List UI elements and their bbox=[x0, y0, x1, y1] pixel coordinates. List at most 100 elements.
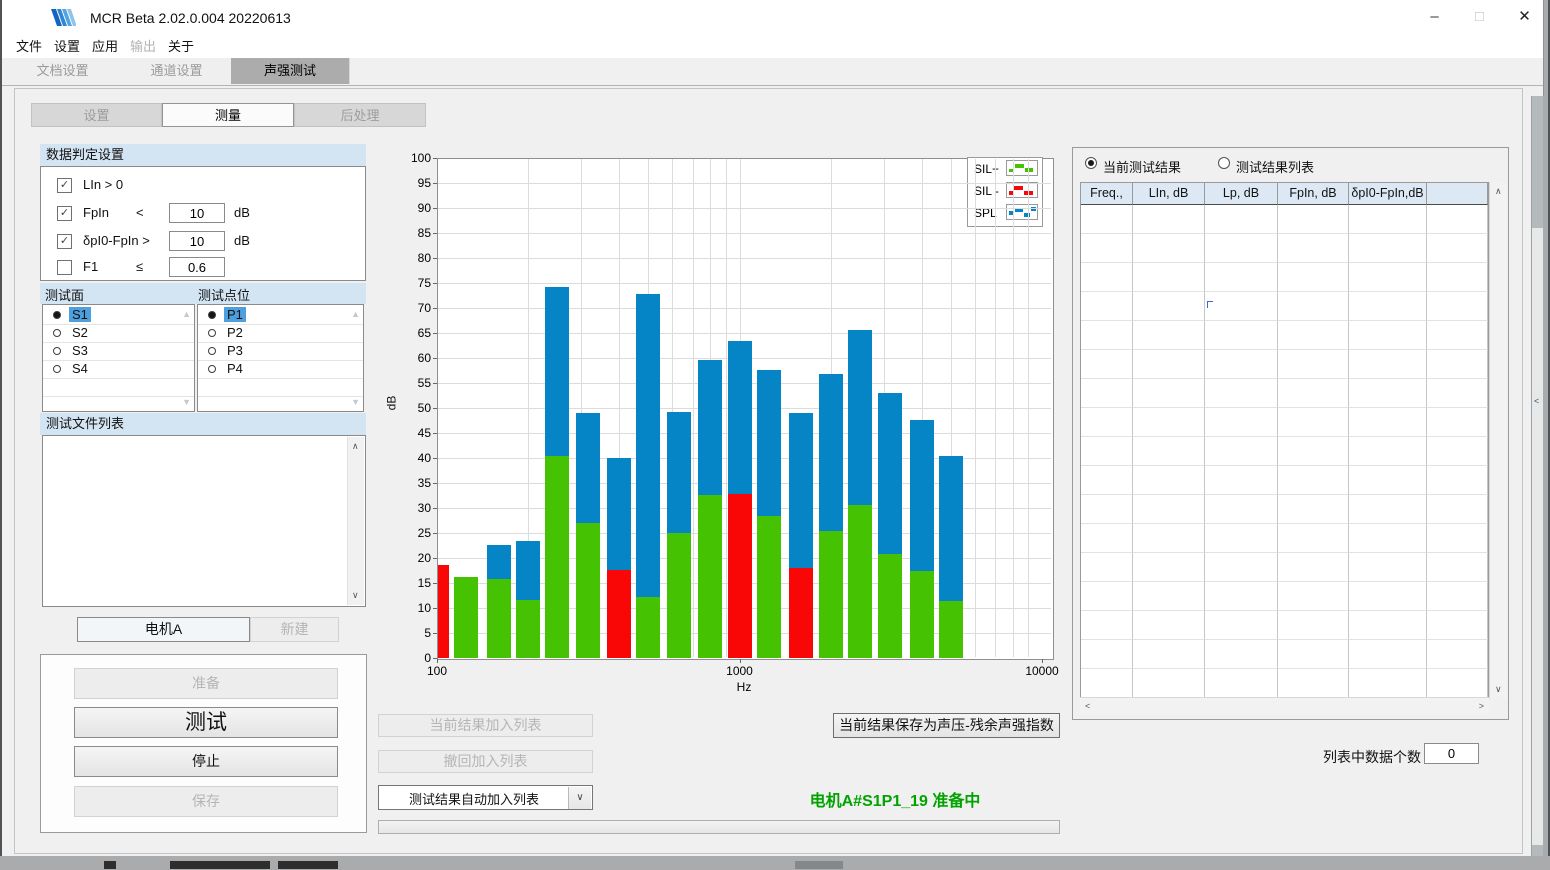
table-cell bbox=[1133, 379, 1205, 408]
splitter-thumb[interactable] bbox=[1532, 228, 1543, 845]
table-cell bbox=[1133, 292, 1205, 321]
table-cell bbox=[1205, 379, 1278, 408]
judge-value-input-3[interactable] bbox=[169, 257, 225, 277]
gridline-h bbox=[438, 333, 1051, 334]
sil-plus-bar-500 bbox=[636, 597, 660, 658]
judge-checkbox-3[interactable] bbox=[57, 260, 72, 275]
results-table[interactable]: Freq., HzLIn, dBLp, dBFpIn, dBδpI0-FpIn,… bbox=[1080, 182, 1489, 699]
undo-add-button[interactable]: 撤回加入列表 bbox=[378, 750, 593, 773]
point-radio-2[interactable] bbox=[208, 347, 216, 355]
tab-2[interactable]: 声强测试 bbox=[231, 58, 350, 84]
y-tick-label: 30 bbox=[399, 501, 431, 515]
control-button-1[interactable]: 测试 bbox=[74, 707, 338, 738]
tab-1[interactable]: 通道设置 bbox=[122, 58, 232, 84]
control-button-3[interactable]: 保存 bbox=[74, 786, 338, 817]
tab-0[interactable]: 文档设置 bbox=[3, 58, 123, 84]
judge-value-input-2[interactable] bbox=[169, 231, 225, 251]
y-tick-label: 20 bbox=[399, 551, 431, 565]
gridline-h bbox=[438, 283, 1051, 284]
judge-value-input-1[interactable] bbox=[169, 203, 225, 223]
table-cell bbox=[1133, 466, 1205, 495]
table-cell bbox=[1205, 611, 1278, 640]
y-tick-mark bbox=[433, 583, 437, 584]
menu-item-3[interactable]: 输出 bbox=[124, 38, 162, 56]
menu-item-1[interactable]: 设置 bbox=[48, 38, 86, 56]
scroll-left-icon[interactable]: < bbox=[1085, 701, 1090, 711]
auto-add-combobox[interactable]: 测试结果自动加入列表 ∨ bbox=[378, 785, 593, 810]
control-button-2[interactable]: 停止 bbox=[74, 746, 338, 777]
results-vscrollbar[interactable]: ∧ ∨ bbox=[1489, 182, 1507, 699]
point-item-0[interactable]: P1 bbox=[198, 306, 363, 324]
collapse-left-icon[interactable]: < bbox=[1534, 396, 1539, 406]
count-input[interactable] bbox=[1424, 743, 1479, 764]
control-button-0[interactable]: 准备 bbox=[74, 668, 338, 699]
table-cell bbox=[1081, 379, 1133, 408]
sil-plus-bar-2000 bbox=[819, 531, 843, 658]
surface-item-2[interactable]: S3 bbox=[43, 342, 194, 360]
close-button[interactable]: ✕ bbox=[1502, 0, 1547, 36]
subtab-1[interactable]: 测量 bbox=[162, 103, 294, 127]
surface-radio-2[interactable] bbox=[53, 347, 61, 355]
menu-item-0[interactable]: 文件 bbox=[10, 38, 48, 56]
sil-minus-bar-1600 bbox=[789, 568, 813, 658]
surface-radio-3[interactable] bbox=[53, 365, 61, 373]
y-tick-label: 95 bbox=[399, 176, 431, 190]
point-radio-0[interactable] bbox=[208, 311, 216, 319]
table-cell bbox=[1081, 640, 1133, 669]
scroll-down-icon[interactable]: ▼ bbox=[182, 397, 191, 407]
surface-item-1[interactable]: S2 bbox=[43, 324, 194, 342]
judge-checkbox-2[interactable]: ✓ bbox=[57, 234, 72, 249]
y-tick-mark bbox=[433, 633, 437, 634]
subtab-2[interactable]: 后处理 bbox=[294, 103, 426, 127]
scroll-up-icon[interactable]: ▲ bbox=[182, 309, 191, 319]
surface-radio-1[interactable] bbox=[53, 329, 61, 337]
bottom-strip bbox=[0, 856, 1550, 870]
radio-current-result[interactable] bbox=[1085, 157, 1097, 169]
scroll-down-icon[interactable]: ∨ bbox=[352, 590, 359, 601]
add-result-button[interactable]: 当前结果加入列表 bbox=[378, 714, 593, 737]
table-cell bbox=[1427, 205, 1488, 234]
y-tick-label: 80 bbox=[399, 251, 431, 265]
point-listbox[interactable]: P1P2P3P4 ▲ ▼ bbox=[197, 304, 364, 412]
surface-item-0[interactable]: S1 bbox=[43, 306, 194, 324]
file-list-scrollbar[interactable]: ∧ ∨ bbox=[347, 437, 364, 605]
subtab-0[interactable]: 设置 bbox=[31, 103, 162, 127]
y-tick-mark bbox=[433, 408, 437, 409]
x-tick-label: 10000 bbox=[1017, 664, 1067, 678]
point-item-3[interactable]: P4 bbox=[198, 360, 363, 378]
file-listbox[interactable]: ∧ ∨ bbox=[42, 435, 366, 607]
y-tick-label: 15 bbox=[399, 576, 431, 590]
save-as-pressure-button[interactable]: 当前结果保存为声压-残余声强指数 bbox=[833, 713, 1060, 738]
results-hscrollbar[interactable]: < > bbox=[1080, 697, 1489, 715]
point-item-2[interactable]: P3 bbox=[198, 342, 363, 360]
new-motor-button[interactable]: 新建 bbox=[250, 617, 339, 642]
table-cell bbox=[1427, 321, 1488, 350]
scroll-down-icon[interactable]: ∨ bbox=[1495, 684, 1502, 695]
point-radio-3[interactable] bbox=[208, 365, 216, 373]
point-item-1[interactable]: P2 bbox=[198, 324, 363, 342]
legend-swatch-icon-1 bbox=[1006, 182, 1038, 198]
gridline-v bbox=[995, 159, 996, 657]
scroll-up-icon[interactable]: ∧ bbox=[1495, 186, 1502, 197]
surface-radio-0[interactable] bbox=[53, 311, 61, 319]
surface-item-3[interactable]: S4 bbox=[43, 360, 194, 378]
point-radio-1[interactable] bbox=[208, 329, 216, 337]
status-text: 电机A#S1P1_19 准备中 bbox=[715, 787, 1075, 811]
scroll-right-icon[interactable]: > bbox=[1479, 701, 1484, 711]
scroll-up-icon[interactable]: ▲ bbox=[351, 309, 360, 319]
menu-item-2[interactable]: 应用 bbox=[86, 38, 124, 56]
title-bar: MCR Beta 2.02.0.004 20220613 – □ ✕ bbox=[2, 0, 1543, 37]
judge-checkbox-0[interactable]: ✓ bbox=[57, 178, 72, 193]
surface-listbox[interactable]: S1S2S3S4 ▲ ▼ bbox=[42, 304, 195, 412]
scroll-down-icon[interactable]: ▼ bbox=[351, 397, 360, 407]
radio-result-list[interactable] bbox=[1218, 157, 1230, 169]
motor-name-button[interactable]: 电机A bbox=[77, 617, 250, 642]
chevron-down-icon[interactable]: ∨ bbox=[568, 787, 591, 809]
scroll-up-icon[interactable]: ∧ bbox=[352, 441, 359, 452]
minimize-button[interactable]: – bbox=[1412, 0, 1457, 36]
table-cell bbox=[1081, 495, 1133, 524]
menu-item-4[interactable]: 关于 bbox=[162, 38, 200, 56]
maximize-button[interactable]: □ bbox=[1457, 0, 1502, 36]
judge-checkbox-1[interactable]: ✓ bbox=[57, 206, 72, 221]
spectrum-chart: dB Hz SIL+SIL -SPL 051015202530354045505… bbox=[378, 148, 1060, 700]
